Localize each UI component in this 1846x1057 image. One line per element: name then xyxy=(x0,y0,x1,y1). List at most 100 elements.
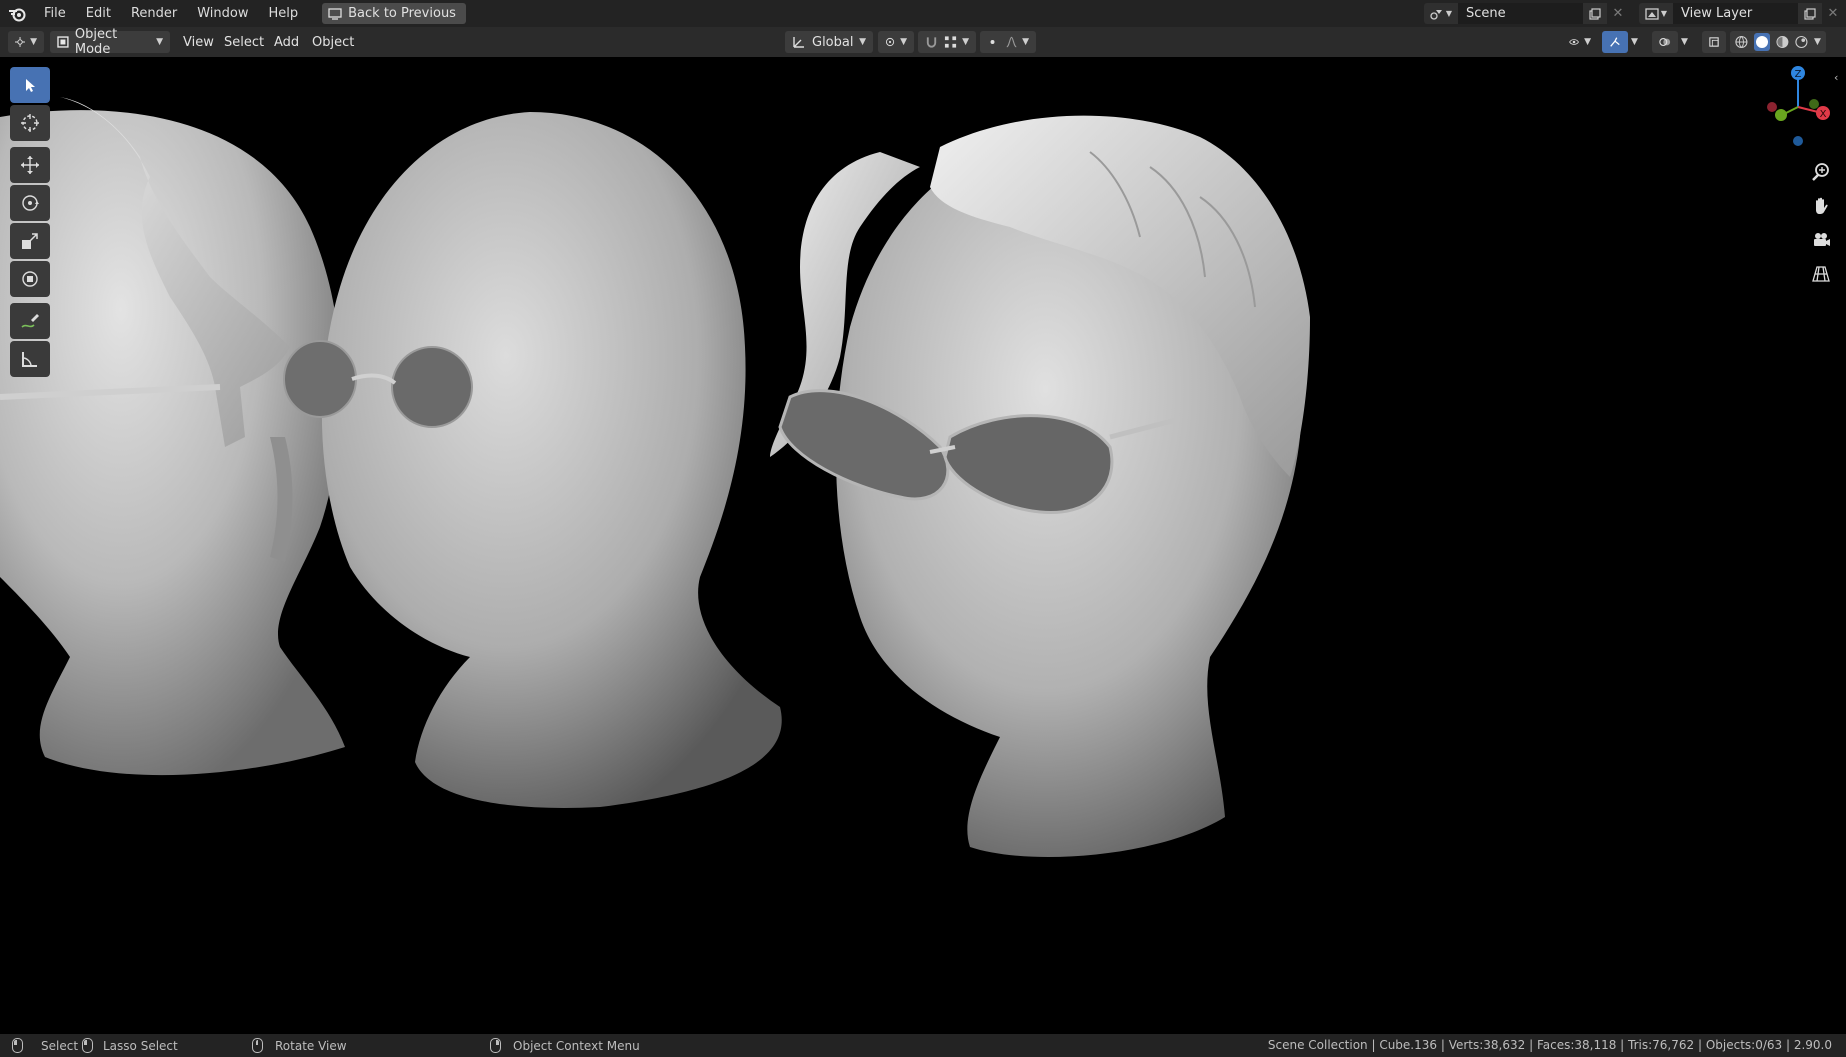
3d-viewport[interactable]: Z X ‹ xyxy=(0,57,1846,1034)
rendered-shading-icon[interactable] xyxy=(1795,35,1808,49)
gizmo-toggle-button[interactable] xyxy=(1602,31,1628,53)
annotate-tool-button[interactable] xyxy=(10,303,50,339)
orientation-axes-icon xyxy=(793,37,804,48)
mouse-right-icon xyxy=(490,1038,501,1053)
snap-controls[interactable]: ▼ xyxy=(918,31,976,53)
navigation-gizmo[interactable]: Z X xyxy=(1760,63,1830,153)
header-menu-add[interactable]: Add xyxy=(267,31,306,53)
scene-statistics: Scene Collection | Cube.136 | Verts:38,6… xyxy=(1267,1038,1832,1052)
menu-file[interactable]: File xyxy=(34,0,76,27)
sidebar-toggle-icon[interactable]: ‹ xyxy=(1834,71,1846,91)
gizmo-dropdown[interactable]: ▼ xyxy=(1628,31,1646,53)
overlay-toggle-button[interactable] xyxy=(1652,31,1678,53)
gizmo-icon xyxy=(1610,37,1620,47)
pan-button[interactable] xyxy=(1806,191,1836,221)
camera-view-button[interactable] xyxy=(1806,225,1836,255)
viewport-editor-icon xyxy=(15,36,26,48)
menu-window[interactable]: Window xyxy=(187,0,258,27)
status-context-hint: Object Context Menu xyxy=(490,1038,640,1053)
shading-mode-group: ▼ xyxy=(1730,31,1826,53)
editor-type-button[interactable]: ▼ xyxy=(8,31,44,53)
object-mode-icon xyxy=(57,36,69,48)
snap-grid-icon xyxy=(944,36,957,48)
status-lasso-hint: Lasso Select xyxy=(82,1038,178,1053)
rotate-tool-button[interactable] xyxy=(10,185,50,221)
header-menu-view[interactable]: View xyxy=(176,31,221,53)
head-left[interactable] xyxy=(0,97,345,776)
viewport-scene xyxy=(0,97,1310,857)
gizmo-y-axis[interactable] xyxy=(1775,109,1787,121)
mouse-left-drag-icon xyxy=(82,1038,93,1053)
xray-icon xyxy=(1709,37,1719,47)
proportional-edit-icon xyxy=(990,40,995,44)
head-right[interactable] xyxy=(770,115,1310,857)
view-layer-type-icon[interactable]: ▼ xyxy=(1639,3,1673,24)
zoom-button[interactable] xyxy=(1806,157,1836,187)
mode-dropdown[interactable]: Object Mode ▼ xyxy=(50,27,170,57)
falloff-curve-icon xyxy=(1006,36,1017,48)
cursor-arrow-icon xyxy=(26,79,35,92)
rotate-icon xyxy=(22,195,39,211)
menu-render[interactable]: Render xyxy=(121,0,187,27)
solid-shading-icon xyxy=(1756,36,1769,48)
back-to-previous-label: Back to Previous xyxy=(348,6,456,21)
scale-tool-button[interactable] xyxy=(10,223,50,259)
blender-logo-icon[interactable] xyxy=(0,0,34,27)
gizmo-neg-z-axis[interactable] xyxy=(1793,136,1803,146)
status-lasso-label: Lasso Select xyxy=(103,1038,178,1053)
move-tool-button[interactable] xyxy=(10,147,50,183)
select-tool-button[interactable] xyxy=(10,67,50,103)
status-rotate-hint: Rotate View xyxy=(252,1038,347,1053)
scene-type-icon[interactable]: ▼ xyxy=(1424,3,1458,24)
view-layer-name-field[interactable]: View Layer xyxy=(1673,3,1798,24)
camera-icon xyxy=(1814,233,1830,246)
cursor-tool-button[interactable] xyxy=(10,105,50,141)
mode-label: Object Mode xyxy=(74,27,118,57)
pivot-point-dropdown[interactable]: ▼ xyxy=(878,31,914,53)
proportional-editing-controls[interactable]: ▼ xyxy=(980,31,1036,53)
solid-shading-button[interactable] xyxy=(1753,33,1771,51)
overlay-icon xyxy=(1659,38,1671,46)
gizmo-neg-y-axis[interactable] xyxy=(1809,99,1819,109)
scene-selector[interactable]: ▼ Scene ✕ xyxy=(1424,3,1629,24)
delete-scene-icon[interactable]: ✕ xyxy=(1607,3,1629,24)
3d-cursor-icon xyxy=(21,114,39,132)
measure-tool-button[interactable] xyxy=(10,341,50,377)
back-to-previous-button[interactable]: Back to Previous xyxy=(322,3,466,24)
ruler-icon xyxy=(22,352,37,367)
navigation-buttons xyxy=(1806,157,1836,293)
grid-perspective-icon xyxy=(1812,266,1830,282)
move-arrows-icon xyxy=(21,156,39,174)
menu-edit[interactable]: Edit xyxy=(76,0,121,27)
status-context-label: Object Context Menu xyxy=(513,1038,640,1053)
perspective-toggle-button[interactable] xyxy=(1806,259,1836,289)
gizmo-x-label: X xyxy=(1820,109,1827,120)
view-layer-selector[interactable]: ▼ View Layer ✕ xyxy=(1639,3,1844,24)
menu-help[interactable]: Help xyxy=(259,0,309,27)
new-view-layer-icon[interactable] xyxy=(1798,3,1822,24)
header-menu-select[interactable]: Select xyxy=(217,31,271,53)
scene-name-field[interactable]: Scene xyxy=(1458,3,1583,24)
scale-icon xyxy=(22,233,38,249)
transform-tool-button[interactable] xyxy=(10,261,50,297)
xray-toggle-button[interactable] xyxy=(1702,31,1726,53)
mouse-middle-icon xyxy=(252,1038,263,1053)
delete-view-layer-icon[interactable]: ✕ xyxy=(1822,3,1844,24)
gizmo-z-label: Z xyxy=(1795,69,1802,80)
top-menu-bar: File Edit Render Window Help Back to Pre… xyxy=(0,0,1846,27)
status-select-hint: Select xyxy=(12,1038,78,1053)
overlay-dropdown[interactable]: ▼ xyxy=(1678,31,1696,53)
transform-orientation-dropdown[interactable]: Global ▼ xyxy=(785,31,873,53)
head-middle[interactable] xyxy=(283,112,782,808)
header-menu-object[interactable]: Object xyxy=(305,31,361,53)
status-rotate-label: Rotate View xyxy=(275,1038,347,1053)
pivot-icon xyxy=(885,37,895,47)
material-shading-icon[interactable] xyxy=(1776,35,1789,49)
zoom-icon xyxy=(1812,163,1829,181)
new-scene-icon[interactable] xyxy=(1583,3,1607,24)
gizmo-neg-x-axis[interactable] xyxy=(1767,102,1777,112)
visibility-dropdown[interactable]: ▼ xyxy=(1562,31,1598,53)
viewport-header: ▼ Object Mode ▼ View Select Add Object G… xyxy=(0,27,1846,57)
orientation-label: Global xyxy=(812,34,854,50)
wireframe-shading-icon[interactable] xyxy=(1735,35,1748,49)
